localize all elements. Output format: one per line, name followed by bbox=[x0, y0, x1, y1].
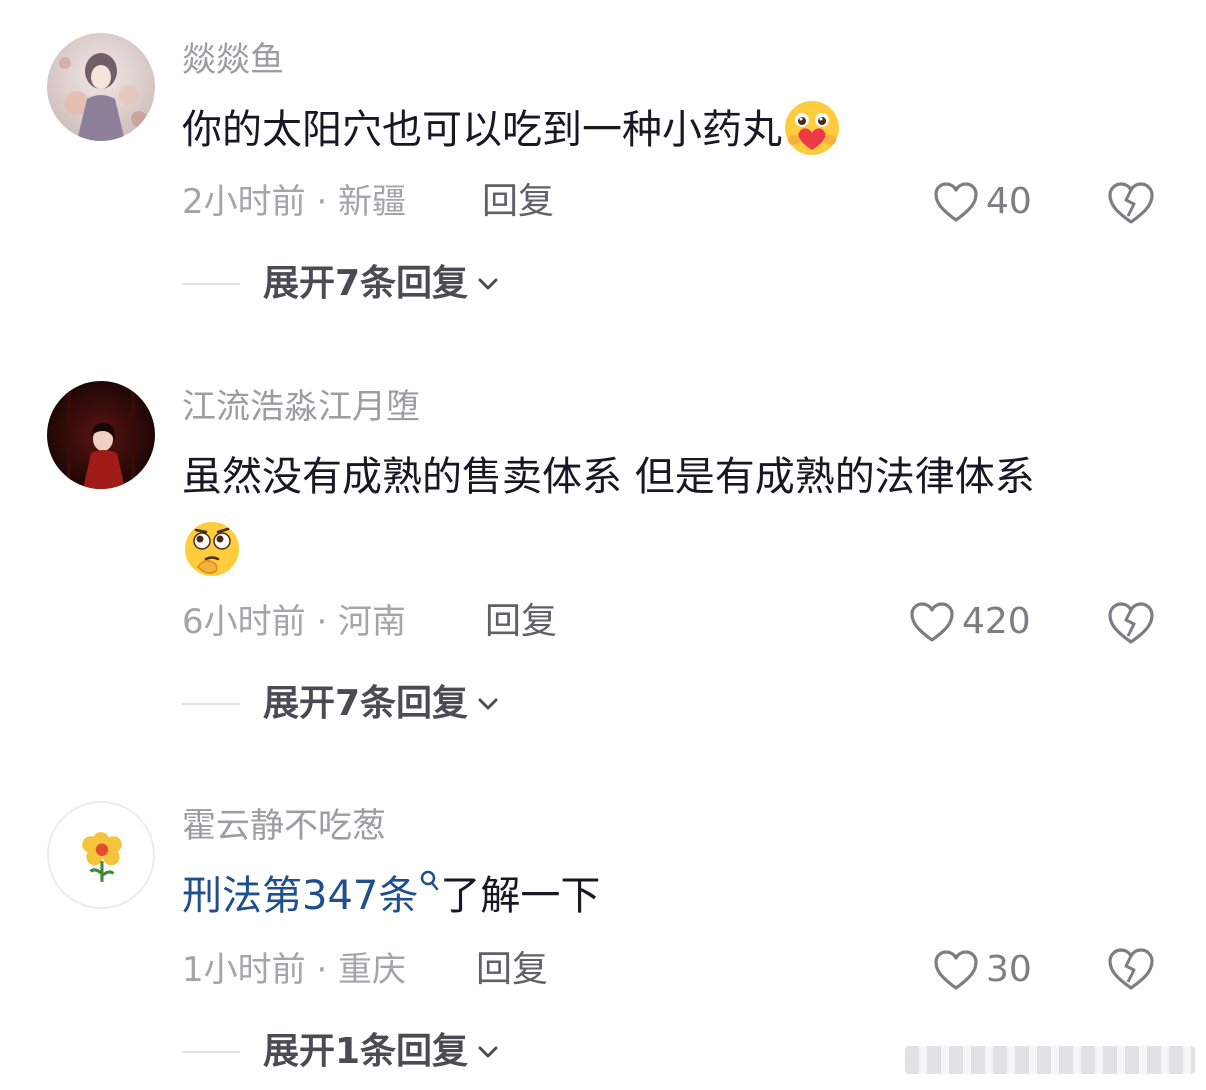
reply-button[interactable]: 回复 bbox=[485, 602, 557, 642]
search-icon[interactable] bbox=[418, 868, 440, 894]
thinking-emoji-icon bbox=[185, 522, 239, 576]
like-button[interactable]: 40 bbox=[932, 178, 1032, 226]
like-count: 40 bbox=[986, 181, 1032, 222]
time-location: 6小时前 · 河南 bbox=[182, 602, 407, 642]
watermark bbox=[905, 1046, 1195, 1074]
avatar-image bbox=[47, 381, 155, 489]
heart-icon bbox=[934, 182, 978, 222]
like-count: 30 bbox=[986, 949, 1032, 990]
like-button[interactable]: 420 bbox=[908, 598, 1031, 646]
username[interactable]: 江流浩淼江月堕 bbox=[182, 387, 420, 427]
expand-replies-button[interactable]: 展开7条回复 bbox=[263, 682, 500, 726]
avatar[interactable] bbox=[47, 801, 155, 909]
comment-text: 虽然没有成熟的售卖体系 但是有成熟的法律体系 bbox=[182, 454, 1035, 500]
chevron-down-icon bbox=[478, 698, 498, 710]
flower-avatar-image bbox=[49, 803, 153, 907]
chevron-down-icon bbox=[478, 278, 498, 290]
username[interactable]: 燚燚鱼 bbox=[182, 40, 284, 80]
heart-icon bbox=[934, 950, 978, 990]
search-link[interactable]: 刑法第347条 bbox=[182, 873, 418, 919]
like-count: 420 bbox=[962, 601, 1031, 642]
reply-button[interactable]: 回复 bbox=[482, 182, 554, 222]
comment-text-body: 你的太阳穴也可以吃到一种小药丸 bbox=[182, 107, 782, 153]
like-button[interactable]: 30 bbox=[932, 946, 1032, 994]
divider-line bbox=[182, 703, 240, 705]
expand-replies-button[interactable]: 展开7条回复 bbox=[263, 262, 500, 306]
comment-text: 刑法第347条 了解一下 bbox=[182, 866, 600, 926]
broken-heart-icon bbox=[1108, 182, 1154, 224]
avatar-image bbox=[47, 33, 155, 141]
comment-text-body: 了解一下 bbox=[440, 873, 601, 919]
avatar[interactable] bbox=[47, 381, 155, 489]
broken-heart-icon bbox=[1108, 948, 1154, 990]
comment-text: 你的太阳穴也可以吃到一种小药丸 bbox=[182, 100, 842, 162]
time-location: 1小时前 · 重庆 bbox=[182, 950, 407, 990]
reply-button[interactable]: 回复 bbox=[476, 950, 548, 990]
dislike-button[interactable] bbox=[1106, 946, 1156, 992]
expand-replies-label: 展开1条回复 bbox=[263, 1031, 469, 1072]
expand-replies-label: 展开7条回复 bbox=[263, 263, 469, 304]
expand-replies-label: 展开7条回复 bbox=[263, 683, 469, 724]
heart-hug-emoji-icon bbox=[785, 101, 839, 155]
heart-icon bbox=[910, 602, 954, 642]
chevron-down-icon bbox=[478, 1046, 498, 1058]
dislike-button[interactable] bbox=[1106, 600, 1156, 646]
divider-line bbox=[182, 1051, 240, 1053]
comment-emoji-line bbox=[182, 521, 242, 583]
time-location: 2小时前 · 新疆 bbox=[182, 182, 407, 222]
broken-heart-icon bbox=[1108, 602, 1154, 644]
dislike-button[interactable] bbox=[1106, 180, 1156, 226]
avatar[interactable] bbox=[47, 33, 155, 141]
expand-replies-button[interactable]: 展开1条回复 bbox=[263, 1030, 500, 1074]
username[interactable]: 霍云静不吃葱 bbox=[182, 806, 386, 846]
divider-line bbox=[182, 283, 240, 285]
